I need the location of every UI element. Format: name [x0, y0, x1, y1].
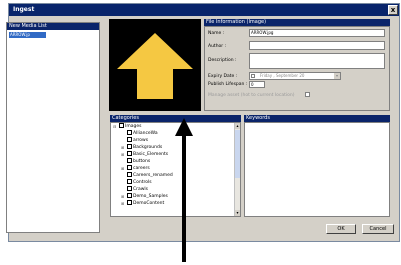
pointer-arrow-icon — [175, 118, 193, 262]
